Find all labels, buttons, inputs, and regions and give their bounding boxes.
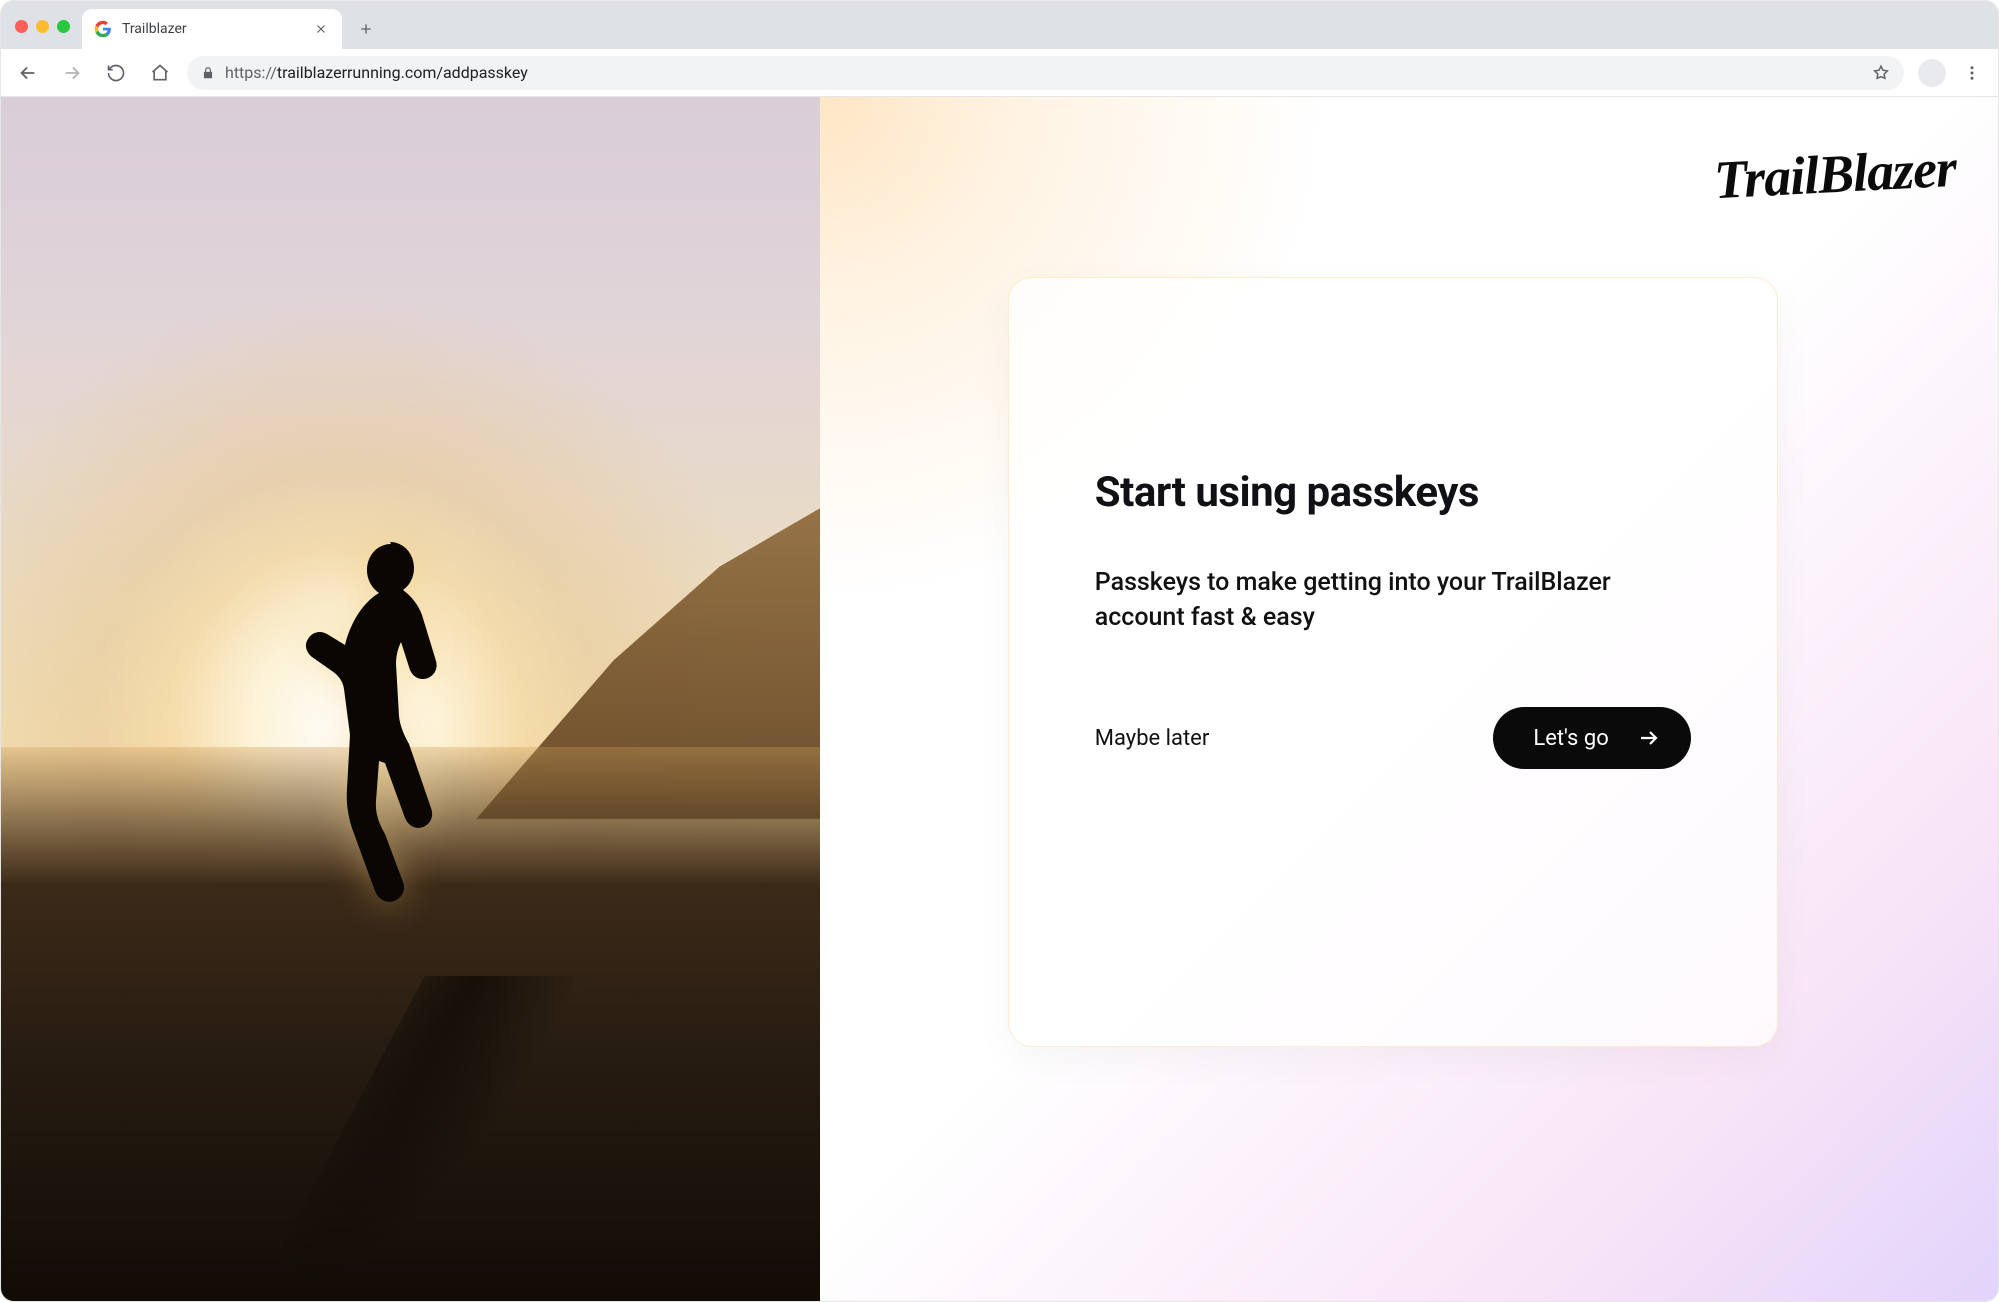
reload-button[interactable]	[99, 56, 133, 90]
home-button[interactable]	[143, 56, 177, 90]
runner-silhouette-icon	[304, 542, 474, 982]
card-description: Passkeys to make getting into your Trail…	[1095, 565, 1635, 635]
toolbar: https://trailblazerrunning.com/addpasske…	[1, 49, 1998, 97]
new-tab-button[interactable]	[350, 13, 382, 45]
window-controls	[15, 20, 70, 33]
browser-tab[interactable]: Trailblazer	[82, 9, 342, 49]
brand-logo: TrailBlazer	[1713, 137, 1958, 212]
bookmark-star-icon[interactable]	[1872, 64, 1890, 82]
maybe-later-link[interactable]: Maybe later	[1095, 726, 1210, 751]
arrow-right-icon	[1637, 726, 1661, 750]
tab-strip: Trailblazer	[1, 1, 1998, 49]
page-viewport: TrailBlazer Start using passkeys Passkey…	[1, 97, 1998, 1301]
browser-window: Trailblazer https://trailblazerr	[0, 0, 1999, 1302]
overflow-menu-button[interactable]	[1962, 63, 1982, 83]
card-title: Start using passkeys	[1095, 468, 1691, 517]
tab-close-button[interactable]	[312, 20, 330, 38]
lets-go-label: Let's go	[1533, 726, 1608, 751]
tab-title: Trailblazer	[122, 21, 312, 37]
address-bar[interactable]: https://trailblazerrunning.com/addpasske…	[187, 56, 1904, 90]
url-text: https://trailblazerrunning.com/addpasske…	[225, 63, 528, 82]
window-close-button[interactable]	[15, 20, 28, 33]
google-favicon-icon	[94, 20, 112, 38]
lock-icon	[201, 66, 215, 80]
card-actions: Maybe later Let's go	[1095, 707, 1691, 769]
profile-avatar[interactable]	[1918, 59, 1946, 87]
window-minimize-button[interactable]	[36, 20, 49, 33]
back-button[interactable]	[11, 56, 45, 90]
content-pane: TrailBlazer Start using passkeys Passkey…	[820, 97, 1998, 1301]
hero-image	[1, 97, 820, 1301]
passkey-card: Start using passkeys Passkeys to make ge…	[1008, 277, 1778, 1047]
lets-go-button[interactable]: Let's go	[1493, 707, 1690, 769]
window-maximize-button[interactable]	[57, 20, 70, 33]
forward-button[interactable]	[55, 56, 89, 90]
